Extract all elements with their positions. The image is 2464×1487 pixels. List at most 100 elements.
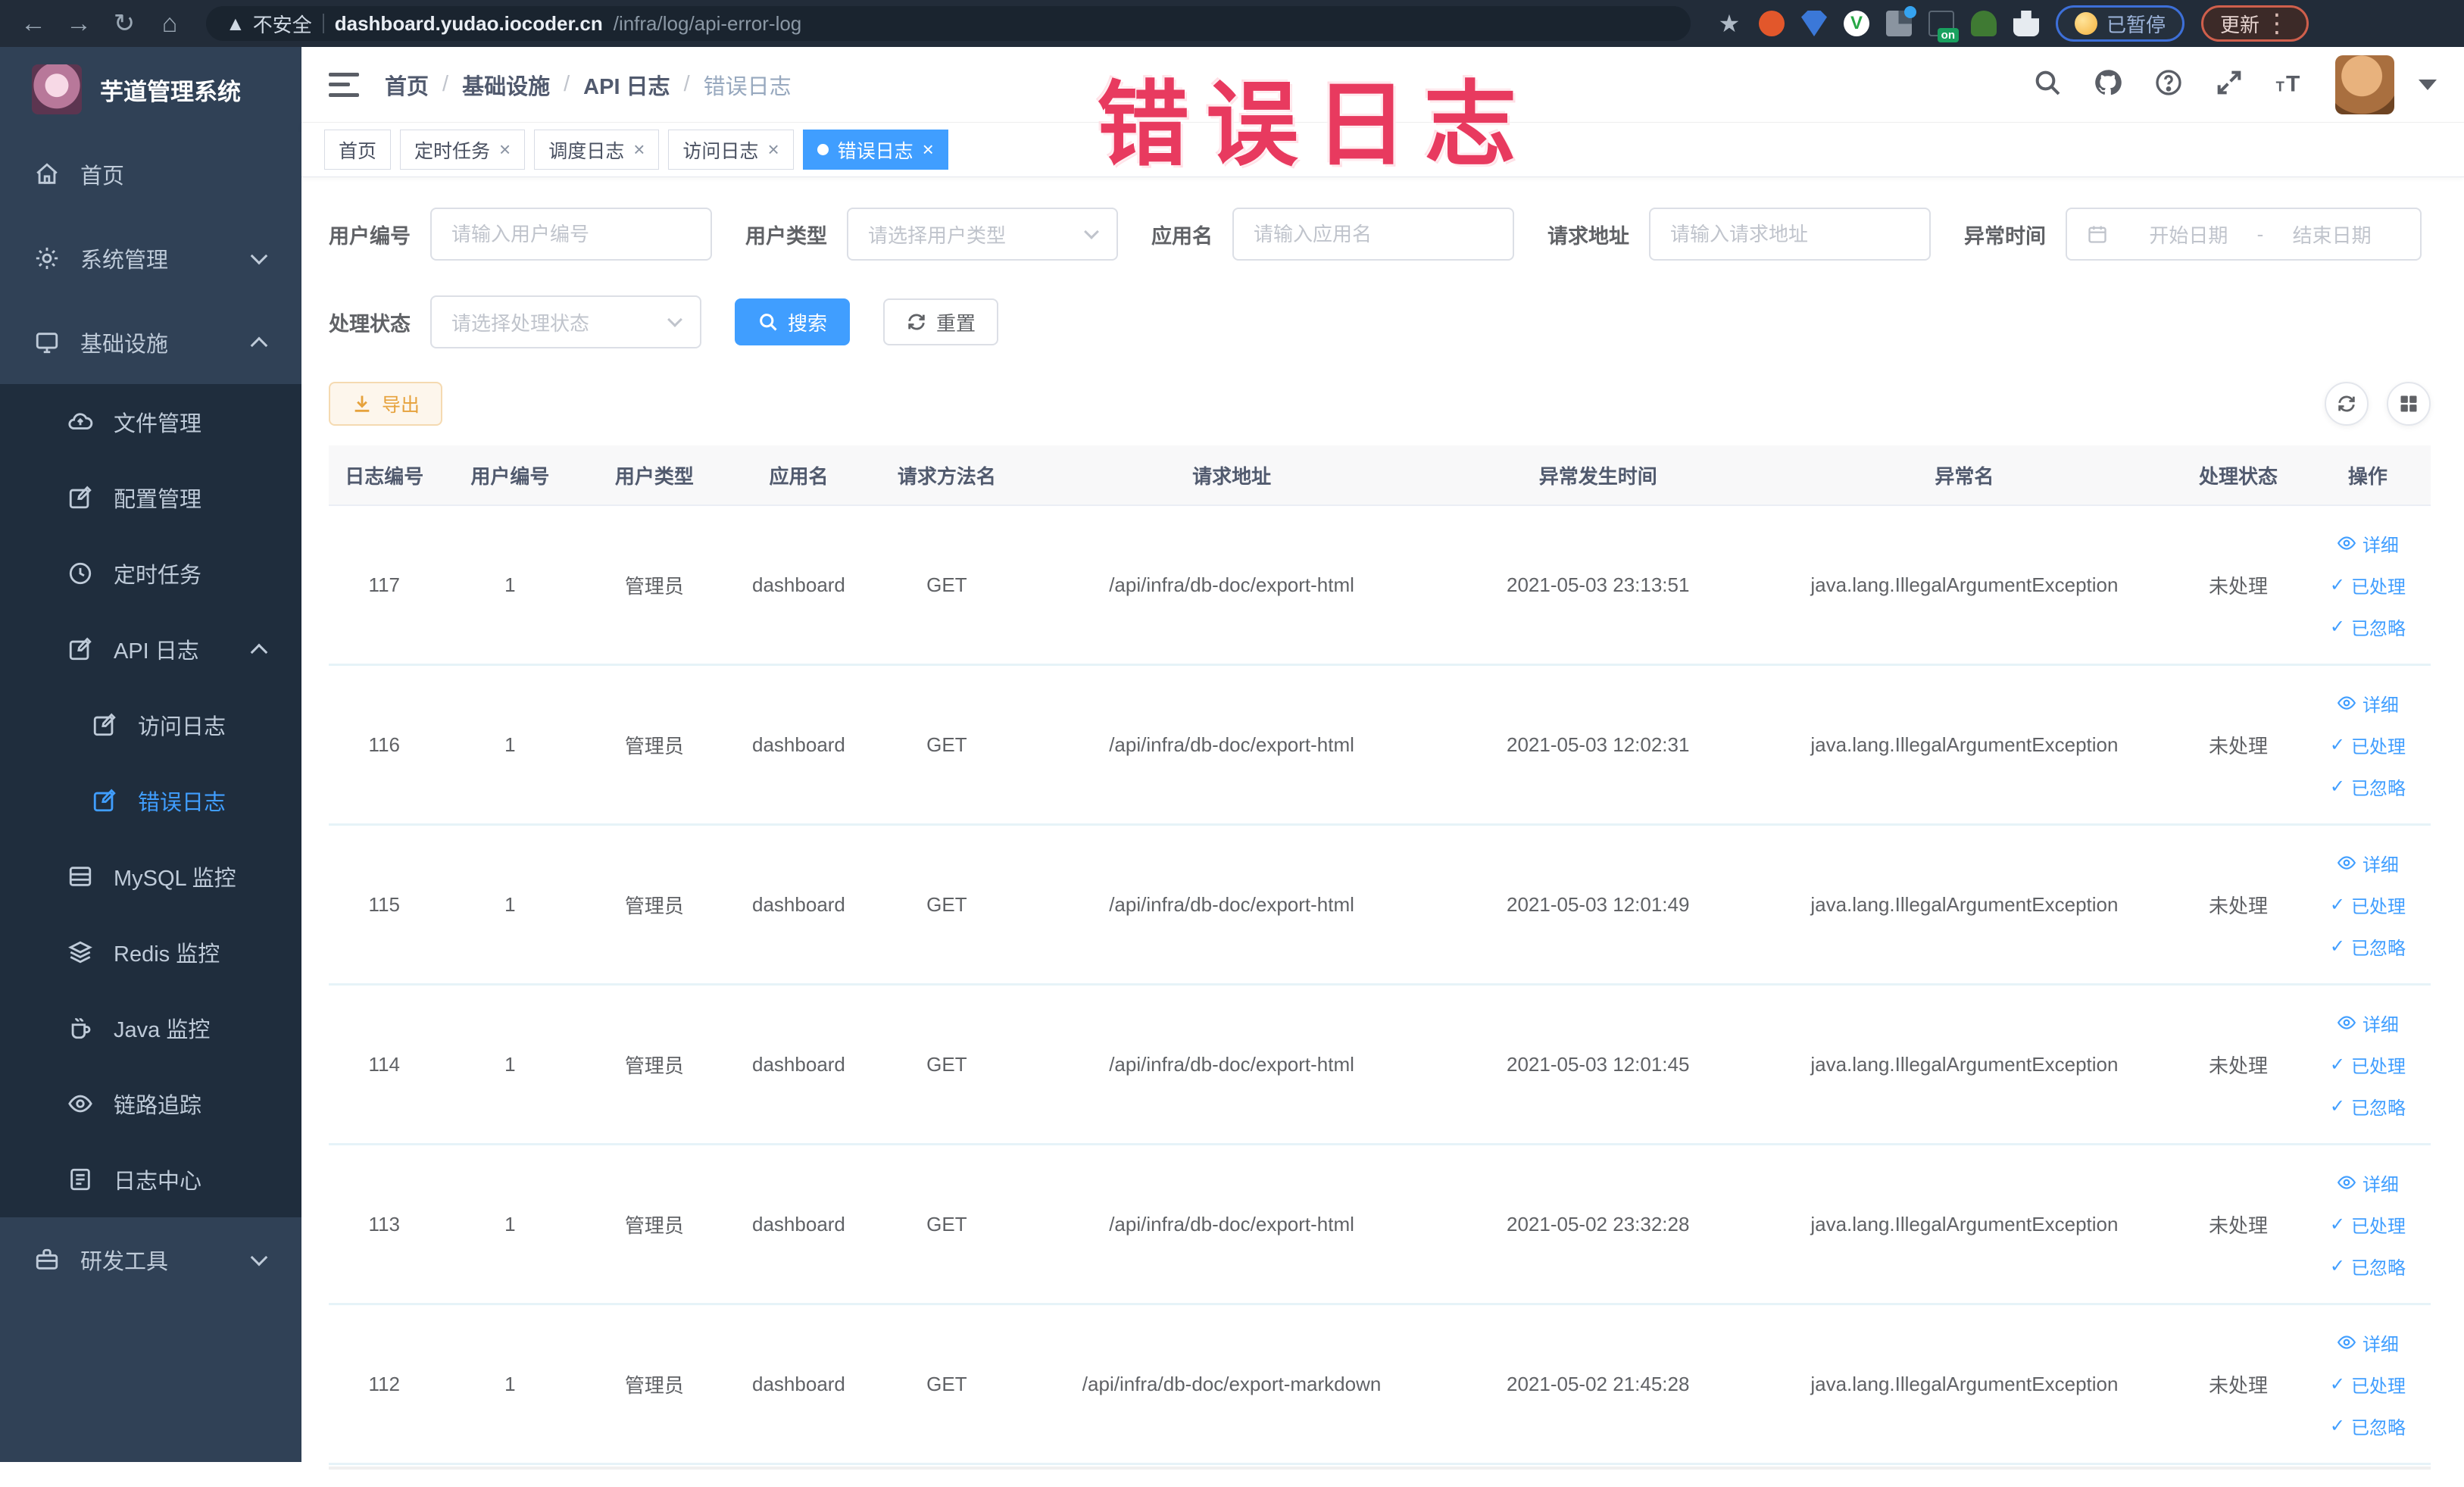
app-name-input[interactable] — [1254, 222, 1493, 246]
sidebar-item-配置管理[interactable]: 配置管理 — [0, 460, 301, 536]
extension-icon[interactable] — [1971, 11, 1997, 36]
extension-icon[interactable] — [1886, 6, 1916, 36]
breadcrumb-item[interactable]: API 日志 — [583, 69, 670, 101]
close-icon[interactable]: × — [767, 138, 779, 161]
status-select[interactable]: 请选择处理状态 — [430, 295, 701, 348]
search-icon[interactable] — [2032, 67, 2063, 102]
ignored-link[interactable]: ✓ 已忽略 — [2330, 1093, 2406, 1120]
sidebar-item-访问日志[interactable]: 访问日志 — [0, 687, 301, 763]
cell-request-url: /api/infra/db-doc/export-html — [1109, 1212, 1354, 1236]
chevron-icon — [250, 643, 268, 661]
breadcrumb-item[interactable]: 基础设施 — [462, 69, 550, 101]
cell-user-type: 管理员 — [624, 894, 684, 917]
sidebar-item-MySQL 监控[interactable]: MySQL 监控 — [0, 839, 301, 914]
date-range-picker[interactable]: 开始日期 - 结束日期 — [2066, 208, 2422, 261]
bookmark-star-icon[interactable]: ★ — [1716, 10, 1742, 37]
ignored-link[interactable]: ✓ 已忽略 — [2330, 1253, 2406, 1279]
cell-app-name: dashboard — [752, 1372, 845, 1395]
home-icon[interactable]: ⌂ — [150, 4, 189, 43]
sidebar-item-首页[interactable]: 首页 — [0, 132, 301, 216]
sidebar-item-定时任务[interactable]: 定时任务 — [0, 536, 301, 611]
detail-link[interactable]: 详细 — [2337, 690, 2399, 717]
request-url-input[interactable] — [1670, 222, 1910, 246]
cell-exception-name: java.lang.IllegalArgumentException — [1810, 1372, 2119, 1395]
processed-link[interactable]: ✓ 已处理 — [2330, 1051, 2406, 1078]
sidebar-menu: 首页 系统管理 基础设施 文件管理 配置管理 定时任务 API 日志 访问日志 … — [0, 132, 301, 1301]
back-icon[interactable]: ← — [14, 4, 53, 43]
extensions-puzzle-icon[interactable] — [2013, 11, 2039, 36]
sidebar-item-日志中心[interactable]: 日志中心 — [0, 1142, 301, 1217]
url-domain: dashboard.yudao.iocoder.cn — [334, 11, 603, 35]
sidebar-item-基础设施[interactable]: 基础设施 — [0, 300, 301, 384]
detail-link[interactable]: 详细 — [2337, 1170, 2399, 1196]
github-icon[interactable] — [2093, 67, 2123, 102]
processed-link[interactable]: ✓ 已处理 — [2330, 1211, 2406, 1238]
hamburger-icon[interactable] — [329, 72, 359, 97]
close-icon[interactable]: × — [923, 138, 934, 161]
reload-icon[interactable]: ↻ — [105, 4, 144, 43]
cell-app-name: dashboard — [752, 1052, 845, 1076]
cell-actions: 详细 ✓ 已处理 ✓ 已忽略 — [2305, 1305, 2431, 1463]
cell-actions: 详细 ✓ 已处理 ✓ 已忽略 — [2305, 506, 2431, 664]
sidebar-item-研发工具[interactable]: 研发工具 — [0, 1217, 301, 1301]
font-size-icon[interactable]: TT — [2275, 67, 2305, 102]
sidebar-item-链路追踪[interactable]: 链路追踪 — [0, 1066, 301, 1142]
column-settings-button[interactable] — [2387, 382, 2431, 426]
browser-menu-icon[interactable]: ⋮ — [2264, 8, 2290, 39]
detail-link[interactable]: 详细 — [2337, 850, 2399, 876]
sidebar-item-Java 监控[interactable]: Java 监控 — [0, 990, 301, 1066]
detail-link[interactable]: 详细 — [2337, 530, 2399, 557]
cell-log-id: 113 — [368, 1212, 400, 1236]
chevron-down-icon — [1084, 224, 1099, 239]
processed-link[interactable]: ✓ 已处理 — [2330, 1371, 2406, 1398]
breadcrumb-item[interactable]: 首页 — [385, 69, 429, 101]
search-button[interactable]: 搜索 — [735, 298, 851, 345]
extension-icon[interactable] — [1801, 11, 1827, 36]
detail-link[interactable]: 详细 — [2337, 1329, 2399, 1356]
tag-view-tab-访问日志[interactable]: 访问日志 × — [668, 130, 794, 170]
sidebar-item-系统管理[interactable]: 系统管理 — [0, 216, 301, 300]
user-id-input[interactable] — [451, 222, 691, 246]
fullscreen-icon[interactable] — [2214, 67, 2244, 102]
ignored-link[interactable]: ✓ 已忽略 — [2330, 773, 2406, 800]
close-icon[interactable]: × — [633, 138, 645, 161]
extension-icon[interactable] — [1759, 11, 1785, 36]
forward-icon[interactable]: → — [59, 4, 98, 43]
extension-icon[interactable] — [1928, 11, 1959, 42]
cell-exception-name: java.lang.IllegalArgumentException — [1810, 1052, 2119, 1076]
detail-link[interactable]: 详细 — [2337, 1010, 2399, 1036]
ignored-link[interactable]: ✓ 已忽略 — [2330, 933, 2406, 960]
processed-link[interactable]: ✓ 已处理 — [2330, 892, 2406, 918]
ignored-link[interactable]: ✓ 已忽略 — [2330, 614, 2406, 640]
sidebar: 芋道管理系统 首页 系统管理 基础设施 文件管理 配置管理 定时任务 API 日… — [0, 47, 301, 1462]
browser-update-button[interactable]: 更新 ⋮ — [2201, 5, 2309, 42]
tag-view-tab-定时任务[interactable]: 定时任务 × — [400, 130, 526, 170]
tag-view-tab-首页[interactable]: 首页 — [324, 130, 392, 170]
sidebar-item-错误日志[interactable]: 错误日志 — [0, 763, 301, 839]
filter-label: 应用名 — [1151, 224, 1213, 248]
reset-button[interactable]: 重置 — [883, 298, 999, 345]
chevron-down-icon[interactable] — [2419, 79, 2437, 90]
refresh-button[interactable] — [2325, 382, 2369, 426]
address-bar[interactable]: ▲︎ 不安全 dashboard.yudao.iocoder.cn/infra/… — [206, 6, 1691, 41]
tag-view-tab-调度日志[interactable]: 调度日志 × — [534, 130, 660, 170]
profile-paused-badge[interactable]: 已暂停 — [2056, 5, 2185, 42]
ignored-link[interactable]: ✓ 已忽略 — [2330, 1413, 2406, 1439]
sidebar-item-Redis 监控[interactable]: Redis 监控 — [0, 914, 301, 990]
processed-link[interactable]: ✓ 已处理 — [2330, 572, 2406, 598]
close-icon[interactable]: × — [499, 138, 511, 161]
not-secure-warning[interactable]: ▲︎ 不安全 — [226, 10, 312, 38]
sidebar-item-文件管理[interactable]: 文件管理 — [0, 384, 301, 460]
cell-app-name: dashboard — [752, 573, 845, 596]
user-type-select[interactable]: 请选择用户类型 — [847, 208, 1118, 261]
cell-request-url: /api/infra/db-doc/export-html — [1109, 573, 1354, 596]
monitor-icon — [33, 329, 61, 356]
tag-view-tab-错误日志[interactable]: 错误日志 × — [802, 130, 948, 170]
processed-link[interactable]: ✓ 已处理 — [2330, 732, 2406, 758]
help-icon[interactable] — [2153, 67, 2184, 102]
extension-icon[interactable]: V — [1844, 11, 1869, 36]
app-logo-row[interactable]: 芋道管理系统 — [0, 47, 301, 132]
sidebar-item-API 日志[interactable]: API 日志 — [0, 611, 301, 687]
user-avatar[interactable] — [2335, 55, 2394, 114]
export-button[interactable]: 导出 — [329, 382, 443, 426]
